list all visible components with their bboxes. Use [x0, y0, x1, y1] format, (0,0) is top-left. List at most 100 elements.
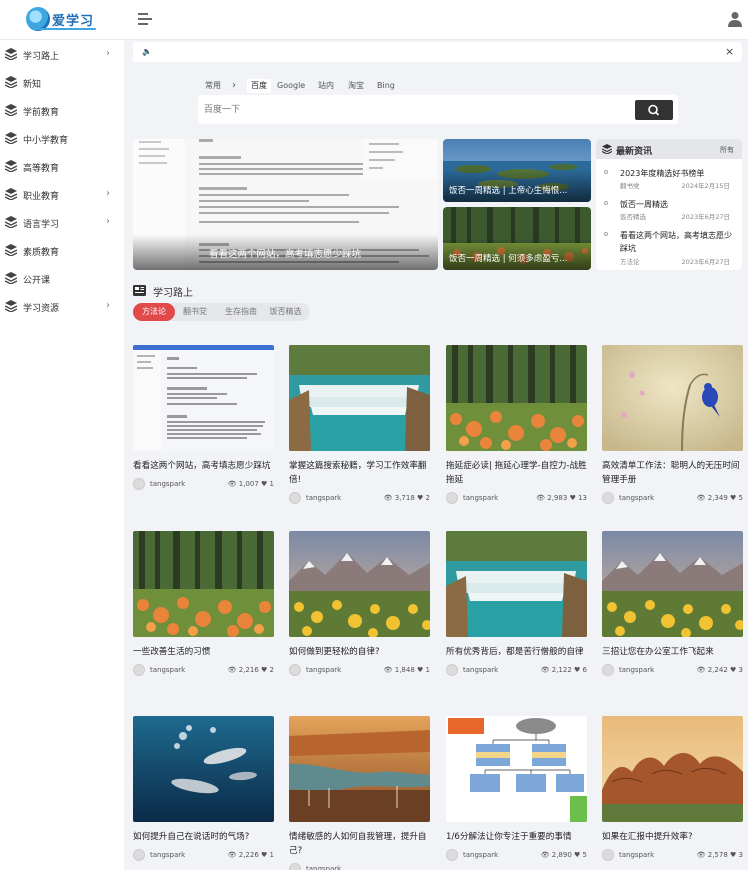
site-logo[interactable]: 爱学习 — [22, 6, 96, 32]
sidebar-item[interactable]: 职业教育 › — [0, 181, 124, 209]
card-title[interactable]: 高效清单工作法：聪明人的无压时间管理手册 — [602, 459, 743, 487]
avatar[interactable] — [133, 664, 145, 676]
eye-icon: 👁 — [696, 494, 706, 502]
article-card[interactable]: 看看这两个网站，高考填志愿少踩坑 tangspark 👁 1,007 ♥ 1 — [133, 345, 274, 490]
avatar[interactable] — [446, 664, 458, 676]
card-title[interactable]: 三招让您在办公室工作飞起来 — [602, 645, 743, 659]
card-title[interactable]: 拖延症必读| 拖延心理学-自控力-战胜拖延 — [446, 459, 587, 487]
card-stats: 👁 2,242 ♥ 3 — [697, 666, 743, 674]
card-image[interactable] — [289, 716, 430, 822]
card-author[interactable]: tangspark — [619, 666, 654, 674]
card-title[interactable]: 情绪敏感的人如何自我管理，提升自己? — [289, 830, 430, 858]
article-card[interactable]: 掌握这篇搜索秘籍，学习工作效率翻倍! tangspark 👁 3,718 ♥ 2 — [289, 345, 430, 504]
avatar[interactable] — [602, 492, 614, 504]
avatar[interactable] — [446, 492, 458, 504]
sidebar-item[interactable]: 学前教育 — [0, 97, 124, 125]
article-card[interactable]: 1/6分解法让你专注于重要的事情 tangspark 👁 2,890 ♥ 5 — [446, 716, 587, 861]
sidebar-item[interactable]: 新知 — [0, 69, 124, 97]
eye-icon: 👁 — [696, 666, 706, 674]
avatar[interactable] — [133, 849, 145, 861]
article-card[interactable]: 一些改善生活的习惯 tangspark 👁 2,216 ♥ 2 — [133, 531, 274, 676]
card-author[interactable]: tangspark — [463, 666, 498, 674]
card-image[interactable] — [446, 345, 587, 451]
article-card[interactable]: 如何提升自己在说话时的气场? tangspark 👁 2,226 ♥ 1 — [133, 716, 274, 861]
card-author[interactable]: tangspark — [150, 851, 185, 859]
card-image[interactable] — [289, 531, 430, 637]
search-tab[interactable]: 淘宝 — [348, 79, 364, 93]
card-image[interactable] — [133, 531, 274, 637]
card-author[interactable]: tangspark — [463, 851, 498, 859]
article-card[interactable]: 所有优秀背后，都是苦行僧般的自律 tangspark 👁 2,122 ♥ 6 — [446, 531, 587, 676]
card-author[interactable]: tangspark — [619, 851, 654, 859]
card-author[interactable]: tangspark — [619, 494, 654, 502]
like-count: 2 — [425, 494, 430, 502]
avatar[interactable] — [133, 478, 145, 490]
search-tab[interactable]: 站内 — [318, 79, 334, 93]
card-image[interactable] — [602, 716, 743, 822]
section-tab[interactable]: 饭否精选 — [263, 303, 308, 321]
chevron-right-icon: › — [106, 216, 110, 227]
search-tab[interactable]: 常用 — [205, 79, 221, 93]
card-author[interactable]: tangspark — [306, 865, 341, 870]
card-title[interactable]: 如果在汇报中提升效率? — [602, 830, 743, 844]
article-card[interactable]: 如果在汇报中提升效率? tangspark 👁 2,578 ♥ 3 — [602, 716, 743, 861]
card-image[interactable] — [602, 531, 743, 637]
search-button[interactable] — [635, 100, 673, 120]
avatar[interactable] — [602, 664, 614, 676]
sidebar-item[interactable]: 素质教育 — [0, 237, 124, 265]
sidebar-item[interactable]: 公开课 — [0, 265, 124, 293]
search-input[interactable] — [204, 100, 624, 120]
card-image[interactable] — [446, 531, 587, 637]
avatar[interactable] — [289, 492, 301, 504]
card-image[interactable] — [289, 345, 430, 451]
card-title[interactable]: 如何做到更轻松的自律? — [289, 645, 430, 659]
avatar[interactable] — [289, 664, 301, 676]
section-tab[interactable]: 生存指南 — [215, 303, 267, 321]
article-card[interactable]: 三招让您在办公室工作飞起来 tangspark 👁 2,242 ♥ 3 — [602, 531, 743, 676]
eye-icon: 👁 — [227, 851, 237, 859]
card-image[interactable] — [602, 345, 743, 451]
close-icon[interactable]: × — [725, 45, 734, 58]
section-tab[interactable]: 方法论 — [133, 303, 175, 321]
section-tabs: 方法论 翻书党 生存指南 饭否精选 — [133, 303, 310, 321]
avatar[interactable] — [446, 849, 458, 861]
avatar[interactable] — [602, 849, 614, 861]
card-title[interactable]: 所有优秀背后，都是苦行僧般的自律 — [446, 645, 587, 659]
card-author[interactable]: tangspark — [306, 666, 341, 674]
search-tab[interactable]: Google — [277, 79, 305, 93]
card-title[interactable]: 1/6分解法让你专注于重要的事情 — [446, 830, 587, 844]
avatar[interactable] — [289, 863, 301, 870]
search-tab[interactable]: 百度 — [247, 79, 271, 93]
card-title[interactable]: 如何提升自己在说话时的气场? — [133, 830, 274, 844]
card-title[interactable]: 一些改善生活的习惯 — [133, 645, 274, 659]
featured-tile-2[interactable]: 饭否一周精选 | 何须多虑盈亏... — [443, 207, 591, 270]
sidebar-item[interactable]: 中小学教育 — [0, 125, 124, 153]
card-image[interactable] — [133, 345, 274, 451]
sidebar-item[interactable]: 学习资源 › — [0, 293, 124, 321]
view-count: 2,216 — [238, 666, 259, 674]
card-title[interactable]: 看看这两个网站，高考填志愿少踩坑 — [133, 459, 274, 473]
card-author[interactable]: tangspark — [150, 666, 185, 674]
sidebar-item[interactable]: 高等教育 — [0, 153, 124, 181]
card-title[interactable]: 掌握这篇搜索秘籍，学习工作效率翻倍! — [289, 459, 430, 487]
featured-slider[interactable]: 看看这两个网站，高考填志愿少踩坑 — [133, 139, 438, 270]
card-stats: 👁 3,718 ♥ 2 — [384, 494, 430, 502]
card-image[interactable] — [133, 716, 274, 822]
sidebar-item[interactable]: 语言学习 › — [0, 209, 124, 237]
card-author[interactable]: tangspark — [463, 494, 498, 502]
news-more-link[interactable]: 所有 — [720, 145, 734, 155]
article-card[interactable]: 拖延症必读| 拖延心理学-自控力-战胜拖延 tangspark 👁 2,983 ♥ … — [446, 345, 587, 504]
section-tab[interactable]: 翻书党 — [175, 303, 215, 321]
menu-toggle-icon[interactable] — [138, 12, 152, 26]
search-tab[interactable]: Bing — [377, 79, 395, 93]
article-card[interactable]: 高效清单工作法：聪明人的无压时间管理手册 tangspark 👁 2,349 ♥ 5 — [602, 345, 743, 504]
user-icon[interactable] — [728, 11, 742, 27]
article-card[interactable]: 如何做到更轻松的自律? tangspark 👁 1,848 ♥ 1 — [289, 531, 430, 676]
article-card[interactable]: 情绪敏感的人如何自我管理，提升自己? tangspark — [289, 716, 430, 870]
featured-tile-1[interactable]: 饭否一周精选 | 上帝心生悔恨... — [443, 139, 591, 202]
card-author[interactable]: tangspark — [150, 480, 185, 488]
card-image[interactable] — [446, 716, 587, 822]
card-author[interactable]: tangspark — [306, 494, 341, 502]
sidebar-item[interactable]: 学习路上 › — [0, 41, 124, 69]
news-item-title: 饭否一周精选 — [620, 200, 668, 209]
